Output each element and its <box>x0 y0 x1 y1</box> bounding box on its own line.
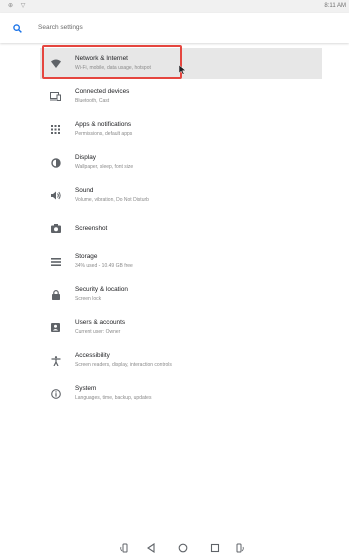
search-bar[interactable]: Search settings <box>0 13 349 43</box>
accessibility-icon <box>50 355 61 366</box>
settings-item-storage[interactable]: Storage 34% used - 10.49 GB free <box>40 246 322 277</box>
settings-item-title: Sound <box>75 187 94 194</box>
account-icon <box>50 322 61 333</box>
devices-icon <box>50 91 61 102</box>
settings-item-system[interactable]: System Languages, time, backup, updates <box>40 378 322 409</box>
settings-item-screenshot[interactable]: Screenshot <box>40 213 322 244</box>
apps-icon <box>50 124 61 135</box>
settings-item-title: Screenshot <box>75 225 108 232</box>
home-icon[interactable] <box>178 543 188 553</box>
brightness-icon <box>50 157 61 168</box>
status-time: 8:11 AM <box>324 3 346 9</box>
settings-item-subtitle: Screen lock <box>75 296 102 302</box>
volume-icon <box>50 190 61 201</box>
mouse-cursor-icon <box>179 65 187 75</box>
settings-item-title: Apps & notifications <box>75 121 132 128</box>
camera-icon <box>50 223 61 234</box>
notification-icons: ⊕ ▽ <box>8 3 29 9</box>
rotate-icon[interactable] <box>120 543 130 553</box>
storage-icon <box>50 256 61 267</box>
settings-item-subtitle: Wallpaper, sleep, font size <box>75 164 134 170</box>
search-icon <box>13 24 22 33</box>
navigation-bar <box>0 537 349 559</box>
settings-item-title: Display <box>75 154 96 161</box>
settings-item-title: Connected devices <box>75 88 130 95</box>
settings-item-subtitle: Current user: Owner <box>75 329 121 335</box>
settings-item-display[interactable]: Display Wallpaper, sleep, font size <box>40 147 322 178</box>
settings-item-accessibility[interactable]: Accessibility Screen readers, display, i… <box>40 345 322 376</box>
back-icon[interactable] <box>146 543 156 553</box>
settings-item-title: Accessibility <box>75 352 110 359</box>
settings-item-title: Storage <box>75 253 98 260</box>
settings-item-subtitle: Volume, vibration, Do Not Disturb <box>75 197 149 203</box>
settings-item-subtitle: Languages, time, backup, updates <box>75 395 152 401</box>
settings-item-subtitle: Bluetooth, Cast <box>75 98 110 104</box>
highlight-box <box>42 45 182 79</box>
settings-item-security-location[interactable]: Security & location Screen lock <box>40 279 322 310</box>
status-bar: ⊕ ▽ 8:11 AM <box>0 0 349 13</box>
settings-item-sound[interactable]: Sound Volume, vibration, Do Not Disturb <box>40 180 322 211</box>
settings-item-title: Security & location <box>75 286 128 293</box>
settings-item-apps-notifications[interactable]: Apps & notifications Permissions, defaul… <box>40 114 322 145</box>
search-input[interactable]: Search settings <box>38 24 83 31</box>
settings-item-subtitle: Screen readers, display, interaction con… <box>75 362 172 368</box>
lock-icon <box>50 289 61 300</box>
settings-item-title: System <box>75 385 97 392</box>
settings-item-subtitle: Permissions, default apps <box>75 131 133 137</box>
info-icon <box>50 388 61 399</box>
recents-icon[interactable] <box>210 543 220 553</box>
settings-item-connected-devices[interactable]: Connected devices Bluetooth, Cast <box>40 81 322 112</box>
settings-item-subtitle: 34% used - 10.49 GB free <box>75 263 133 269</box>
settings-item-users-accounts[interactable]: Users & accounts Current user: Owner <box>40 312 322 343</box>
settings-item-title: Users & accounts <box>75 319 126 326</box>
rotate-icon-secondary[interactable] <box>234 543 244 553</box>
